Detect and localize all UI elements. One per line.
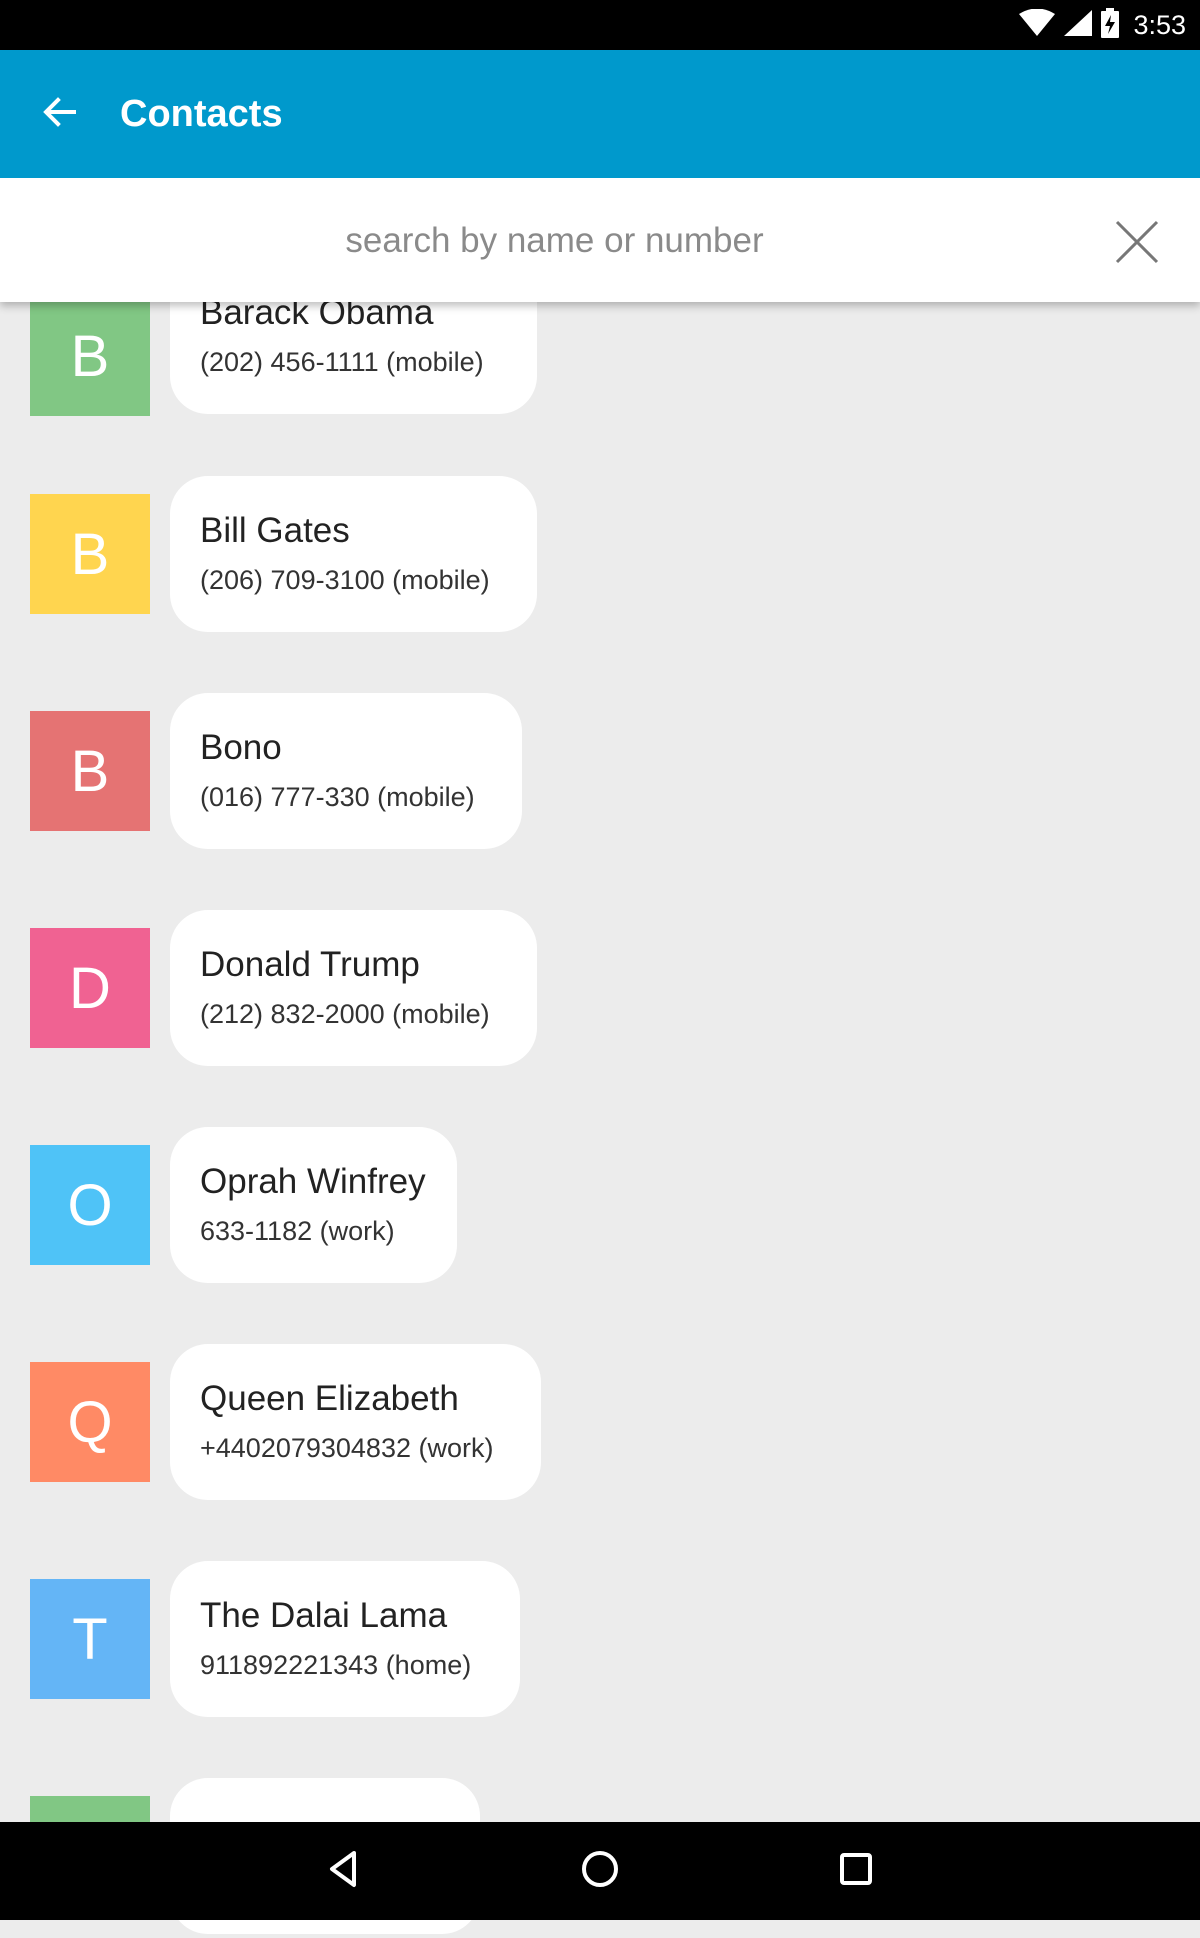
- contact-name: Oprah Winfrey: [200, 1162, 426, 1201]
- contact-number: 633-1182 (work): [200, 1216, 395, 1246]
- nav-back-button[interactable]: [314, 1841, 374, 1901]
- back-triangle-icon: [324, 1849, 364, 1894]
- clear-search-button[interactable]: [1112, 217, 1162, 267]
- contact-name: Bono: [200, 728, 282, 767]
- contact-item[interactable]: O Oprah Winfrey 633-1182 (work): [0, 1127, 1200, 1287]
- recents-square-icon: [836, 1849, 876, 1894]
- contact-number: (212) 832-2000 (mobile): [200, 999, 490, 1029]
- contact-item[interactable]: Q Queen Elizabeth +4402079304832 (work): [0, 1344, 1200, 1504]
- home-circle-icon: [580, 1849, 620, 1894]
- nav-recents-button[interactable]: [826, 1841, 886, 1901]
- contact-item[interactable]: B Bill Gates (206) 709-3100 (mobile): [0, 476, 1200, 636]
- contact-avatar: D: [30, 928, 150, 1048]
- contact-number: (206) 709-3100 (mobile): [200, 565, 490, 595]
- contact-card[interactable]: The Dalai Lama 911892221343 (home): [170, 1561, 520, 1717]
- contact-number: 911892221343 (home): [200, 1650, 472, 1680]
- contact-avatar: B: [30, 711, 150, 831]
- contact-item[interactable]: T The Dalai Lama 911892221343 (home): [0, 1561, 1200, 1721]
- contact-number: (202) 456-1111 (mobile): [200, 347, 484, 377]
- contact-number: (016) 777-330 (mobile): [200, 782, 475, 812]
- contact-card[interactable]: Bono (016) 777-330 (mobile): [170, 693, 522, 849]
- contact-item[interactable]: B Bono (016) 777-330 (mobile): [0, 693, 1200, 853]
- contact-avatar: T: [30, 1579, 150, 1699]
- contact-card[interactable]: Donald Trump (212) 832-2000 (mobile): [170, 910, 537, 1066]
- back-button[interactable]: [30, 84, 90, 144]
- contact-avatar: B: [30, 296, 150, 416]
- page-title: Contacts: [120, 93, 283, 135]
- contact-number: +4402079304832 (work): [200, 1433, 494, 1463]
- close-icon: [1112, 220, 1162, 271]
- contact-name: Queen Elizabeth: [200, 1379, 459, 1418]
- contact-name: Bill Gates: [200, 511, 350, 550]
- contact-card[interactable]: Oprah Winfrey 633-1182 (work): [170, 1127, 457, 1283]
- search-input[interactable]: [60, 178, 1049, 304]
- contact-avatar: O: [30, 1145, 150, 1265]
- contact-card[interactable]: Bill Gates (206) 709-3100 (mobile): [170, 476, 537, 632]
- navigation-bar: [0, 1822, 1200, 1920]
- nav-home-button[interactable]: [570, 1841, 630, 1901]
- contact-avatar: Q: [30, 1362, 150, 1482]
- contact-avatar: B: [30, 494, 150, 614]
- contact-card[interactable]: Queen Elizabeth +4402079304832 (work): [170, 1344, 541, 1500]
- app-bar: Contacts: [0, 50, 1200, 178]
- contact-item[interactable]: D Donald Trump (212) 832-2000 (mobile): [0, 910, 1200, 1070]
- arrow-back-icon: [42, 94, 78, 135]
- contact-name: Donald Trump: [200, 945, 420, 984]
- contact-name: The Dalai Lama: [200, 1596, 448, 1635]
- search-bar: [0, 178, 1200, 304]
